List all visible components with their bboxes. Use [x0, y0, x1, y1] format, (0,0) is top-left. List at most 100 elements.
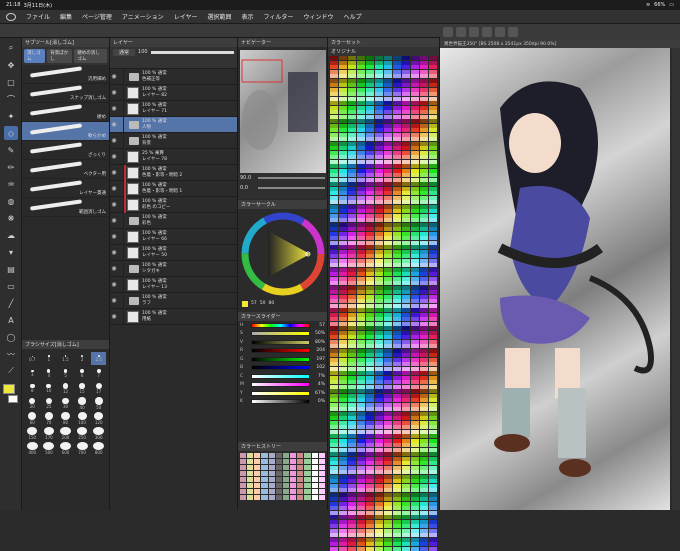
color-set-swatch[interactable] — [401, 128, 411, 132]
color-set-swatch[interactable] — [347, 321, 357, 326]
color-set-swatch[interactable] — [428, 123, 437, 128]
color-set-swatch[interactable] — [419, 335, 429, 339]
color-set-swatch[interactable] — [401, 96, 411, 101]
color-set-swatch[interactable] — [392, 267, 402, 272]
color-set-swatch[interactable] — [428, 546, 437, 551]
color-set-swatch[interactable] — [330, 128, 339, 132]
color-set-swatch[interactable] — [383, 335, 393, 339]
color-set-swatch[interactable] — [410, 177, 420, 182]
color-set-swatch[interactable] — [383, 249, 393, 254]
color-set-swatch[interactable] — [330, 177, 339, 182]
color-set-swatch[interactable] — [374, 141, 384, 146]
color-set-swatch[interactable] — [401, 389, 411, 393]
color-set-swatch[interactable] — [383, 362, 393, 366]
color-set-swatch[interactable] — [365, 438, 375, 443]
color-set-swatch[interactable] — [392, 146, 402, 150]
color-set-swatch[interactable] — [383, 537, 393, 542]
color-set-swatch[interactable] — [392, 528, 402, 533]
color-set-swatch[interactable] — [365, 362, 375, 366]
color-set-swatch[interactable] — [338, 69, 348, 74]
color-set-swatch[interactable] — [419, 222, 429, 227]
color-set-swatch[interactable] — [356, 425, 366, 429]
color-set-swatch[interactable] — [365, 542, 375, 546]
color-set-swatch[interactable] — [356, 191, 366, 195]
color-set-swatch[interactable] — [428, 294, 437, 299]
color-set-swatch[interactable] — [347, 510, 357, 515]
color-set-swatch[interactable] — [401, 366, 411, 371]
color-set-swatch[interactable] — [365, 272, 375, 276]
brush-size-option[interactable]: 70 — [42, 412, 57, 425]
color-set-swatch[interactable] — [347, 231, 357, 236]
color-set-swatch[interactable] — [365, 186, 375, 191]
color-set-swatch[interactable] — [338, 443, 348, 447]
color-set-swatch[interactable] — [419, 393, 429, 398]
color-set-swatch[interactable] — [347, 123, 357, 128]
color-set-swatch[interactable] — [347, 285, 357, 290]
color-set-swatch[interactable] — [428, 191, 437, 195]
history-swatch[interactable] — [254, 453, 261, 458]
layer-row[interactable]: ◉ 100 % 通常 用紙 — [110, 308, 237, 325]
color-set-swatch[interactable] — [383, 182, 393, 186]
color-set-swatch[interactable] — [383, 411, 393, 416]
color-set-swatch[interactable] — [338, 191, 348, 195]
history-swatch[interactable] — [290, 495, 297, 500]
color-set-swatch[interactable] — [392, 438, 402, 443]
brush-size-option[interactable]: 3 — [25, 367, 40, 380]
color-set-swatch[interactable] — [356, 438, 366, 443]
color-set-swatch[interactable] — [356, 456, 366, 461]
color-set-swatch[interactable] — [401, 303, 411, 308]
color-set-swatch[interactable] — [401, 456, 411, 461]
color-set-swatch[interactable] — [374, 92, 384, 96]
color-set-swatch[interactable] — [374, 78, 384, 83]
color-set-swatch[interactable] — [347, 362, 357, 366]
color-set-swatch[interactable] — [356, 168, 366, 173]
color-set-swatch[interactable] — [330, 474, 339, 479]
color-set-swatch[interactable] — [392, 209, 402, 213]
color-set-swatch[interactable] — [356, 474, 366, 479]
color-set-swatch[interactable] — [365, 164, 375, 168]
color-set-swatch[interactable] — [374, 96, 384, 101]
history-swatch[interactable] — [275, 453, 282, 458]
color-set-swatch[interactable] — [419, 537, 429, 542]
color-set-swatch[interactable] — [401, 447, 411, 452]
color-set-swatch[interactable] — [330, 281, 339, 285]
color-set-swatch[interactable] — [392, 398, 402, 402]
color-set-swatch[interactable] — [410, 393, 420, 398]
color-set-swatch[interactable] — [419, 546, 429, 551]
color-set-swatch[interactable] — [419, 204, 429, 209]
color-set-swatch[interactable] — [356, 506, 366, 510]
brush-size-option[interactable]: 10 — [42, 382, 57, 395]
color-set-swatch[interactable] — [374, 524, 384, 528]
color-set-swatch[interactable] — [392, 195, 402, 200]
color-set-selector[interactable]: オリジナル — [328, 47, 439, 56]
color-set-swatch[interactable] — [419, 209, 429, 213]
color-set-swatch[interactable] — [401, 240, 411, 245]
color-set-swatch[interactable] — [338, 96, 348, 101]
history-swatch[interactable] — [240, 453, 247, 458]
color-set-swatch[interactable] — [338, 488, 348, 492]
color-set-swatch[interactable] — [365, 420, 375, 425]
color-set-swatch[interactable] — [365, 87, 375, 92]
menu-view[interactable]: 表示 — [242, 12, 254, 21]
color-set-swatch[interactable] — [428, 245, 437, 249]
color-set-swatch[interactable] — [347, 101, 357, 105]
color-set-swatch[interactable] — [401, 78, 411, 83]
color-set-swatch[interactable] — [338, 407, 348, 411]
color-set-swatch[interactable] — [356, 326, 366, 330]
color-set-swatch[interactable] — [330, 456, 339, 461]
color-set-swatch[interactable] — [392, 222, 402, 227]
color-set-swatch[interactable] — [428, 524, 437, 528]
color-set-swatch[interactable] — [383, 141, 393, 146]
canvas-vertical-scrollbar[interactable] — [672, 48, 680, 510]
color-set-swatch[interactable] — [338, 339, 348, 344]
history-swatch[interactable] — [247, 453, 254, 458]
color-set-swatch[interactable] — [356, 78, 366, 83]
color-set-swatch[interactable] — [410, 326, 420, 330]
visibility-eye-icon[interactable]: ◉ — [110, 73, 118, 80]
color-set-swatch[interactable] — [330, 186, 339, 191]
color-set-swatch[interactable] — [330, 533, 339, 537]
history-swatch[interactable] — [297, 477, 304, 482]
color-set-swatch[interactable] — [330, 173, 339, 177]
color-set-swatch[interactable] — [383, 78, 393, 83]
color-set-swatch[interactable] — [428, 299, 437, 303]
